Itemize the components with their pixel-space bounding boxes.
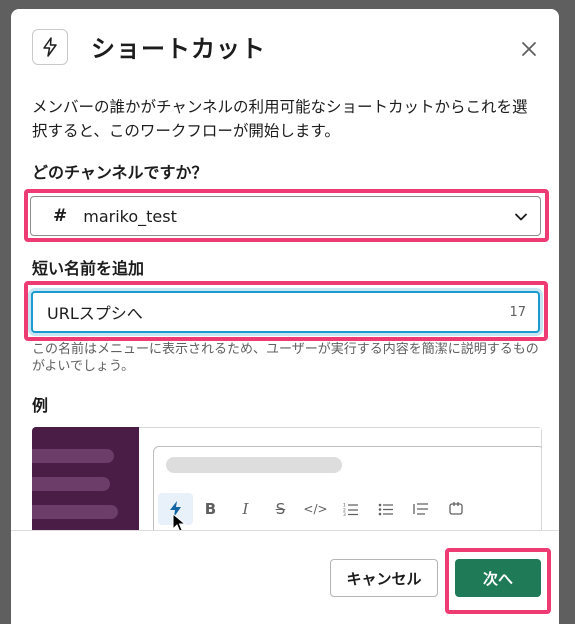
channel-value: mariko_test: [83, 206, 177, 226]
short-name-field[interactable]: 17: [31, 291, 540, 333]
svg-text:3: 3: [343, 512, 346, 516]
modal-title: ショートカット: [91, 35, 266, 63]
example-message-area: B I S </> 123: [139, 427, 542, 547]
example-label: 例: [32, 396, 49, 415]
short-name-label: 短い名前を追加: [32, 259, 145, 278]
example-preview: B I S </> 123: [32, 427, 542, 547]
channel-select[interactable]: # mariko_test: [30, 196, 541, 236]
close-icon[interactable]: [519, 39, 539, 59]
shortcut-modal: ショートカット メンバーの誰かがチャンネルの利用可能なショートカットからこれを選…: [11, 9, 559, 624]
lightning-icon: [32, 29, 68, 65]
code-block-icon: [438, 493, 473, 525]
next-button[interactable]: 次へ: [455, 559, 541, 597]
channel-label: どのチャンネルですか？: [32, 163, 208, 182]
bulleted-list-icon: [368, 493, 403, 525]
numbered-list-icon: 123: [333, 493, 368, 525]
blockquote-icon: [403, 493, 438, 525]
example-sidebar: [32, 427, 139, 547]
strikethrough-icon: S: [275, 500, 286, 518]
channel-hash-icon: #: [53, 206, 68, 226]
short-name-hint: この名前はメニューに表示されるため、ユーザーが実行する内容を簡潔に説明するものが…: [32, 342, 539, 374]
example-toolbar: B I S </> 123: [158, 493, 473, 525]
bold-icon: B: [204, 500, 217, 518]
code-icon: </>: [303, 502, 328, 516]
modal-description: メンバーの誰かがチャンネルの利用可能なショートカットからこれを選択すると、このワ…: [32, 98, 528, 140]
modal-footer: キャンセル 次へ: [11, 530, 559, 624]
short-name-input[interactable]: [45, 301, 469, 323]
cancel-button[interactable]: キャンセル: [330, 559, 438, 597]
character-count: 17: [509, 304, 526, 320]
italic-icon: I: [242, 500, 249, 518]
example-placeholder-bar: [166, 457, 342, 473]
chevron-down-icon: [514, 209, 528, 228]
